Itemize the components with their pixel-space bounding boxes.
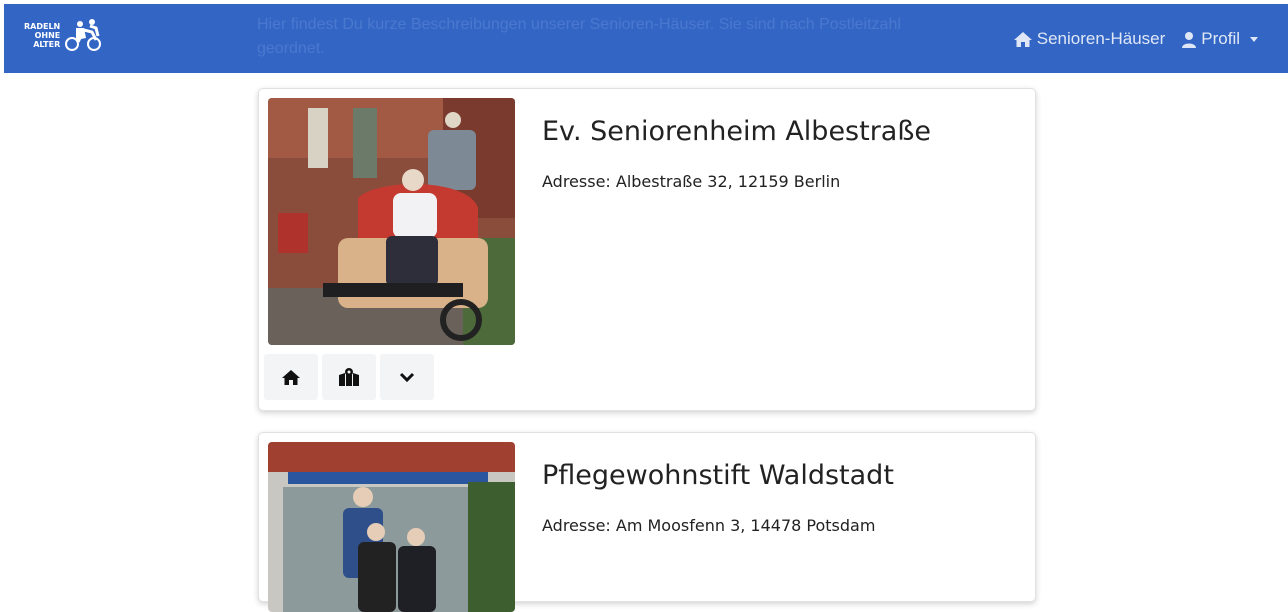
- expand-button[interactable]: [380, 354, 434, 400]
- nav-dropdown-profil[interactable]: Profil: [1181, 29, 1258, 49]
- home-title: Pflegewohnstift Waldstadt: [542, 460, 894, 491]
- home-title: Ev. Seniorenheim Albestraße: [542, 116, 931, 147]
- senior-home-card: Pflegewohnstift Waldstadt Adresse: Am Mo…: [258, 432, 1036, 612]
- rickshaw-logo-icon: [65, 19, 102, 51]
- brand-logo[interactable]: RADELN OHNE ALTER: [24, 18, 104, 52]
- nav-link-label: Senioren-Häuser: [1036, 29, 1166, 48]
- home-icon: [1013, 31, 1032, 47]
- user-icon: [1182, 31, 1197, 48]
- card-actions: [264, 354, 434, 400]
- logo-text: RADELN OHNE ALTER: [24, 21, 61, 49]
- senior-home-photo: [268, 442, 515, 612]
- navbar-description: Hier findest Du kurze Beschreibungen uns…: [257, 16, 901, 57]
- nav-link-label: Profil: [1201, 29, 1240, 48]
- navbar-links: Senioren-Häuser Profil: [1013, 29, 1258, 49]
- home-address: Adresse: Am Moosfenn 3, 14478 Potsdam: [542, 516, 876, 535]
- caret-down-icon: [1250, 36, 1258, 42]
- map-button[interactable]: [322, 354, 376, 400]
- top-navbar: RADELN OHNE ALTER Hier findest Du kurze …: [4, 4, 1288, 73]
- senior-home-photo: [268, 98, 515, 345]
- map-icon: [339, 368, 359, 386]
- nav-link-senioren-haeuser[interactable]: Senioren-Häuser: [1013, 29, 1166, 49]
- chevron-down-icon: [399, 372, 415, 383]
- home-icon: [282, 369, 300, 385]
- home-button[interactable]: [264, 354, 318, 400]
- home-address: Adresse: Albestraße 32, 12159 Berlin: [542, 172, 841, 191]
- senior-home-card: Ev. Seniorenheim Albestraße Adresse: Alb…: [258, 88, 1036, 411]
